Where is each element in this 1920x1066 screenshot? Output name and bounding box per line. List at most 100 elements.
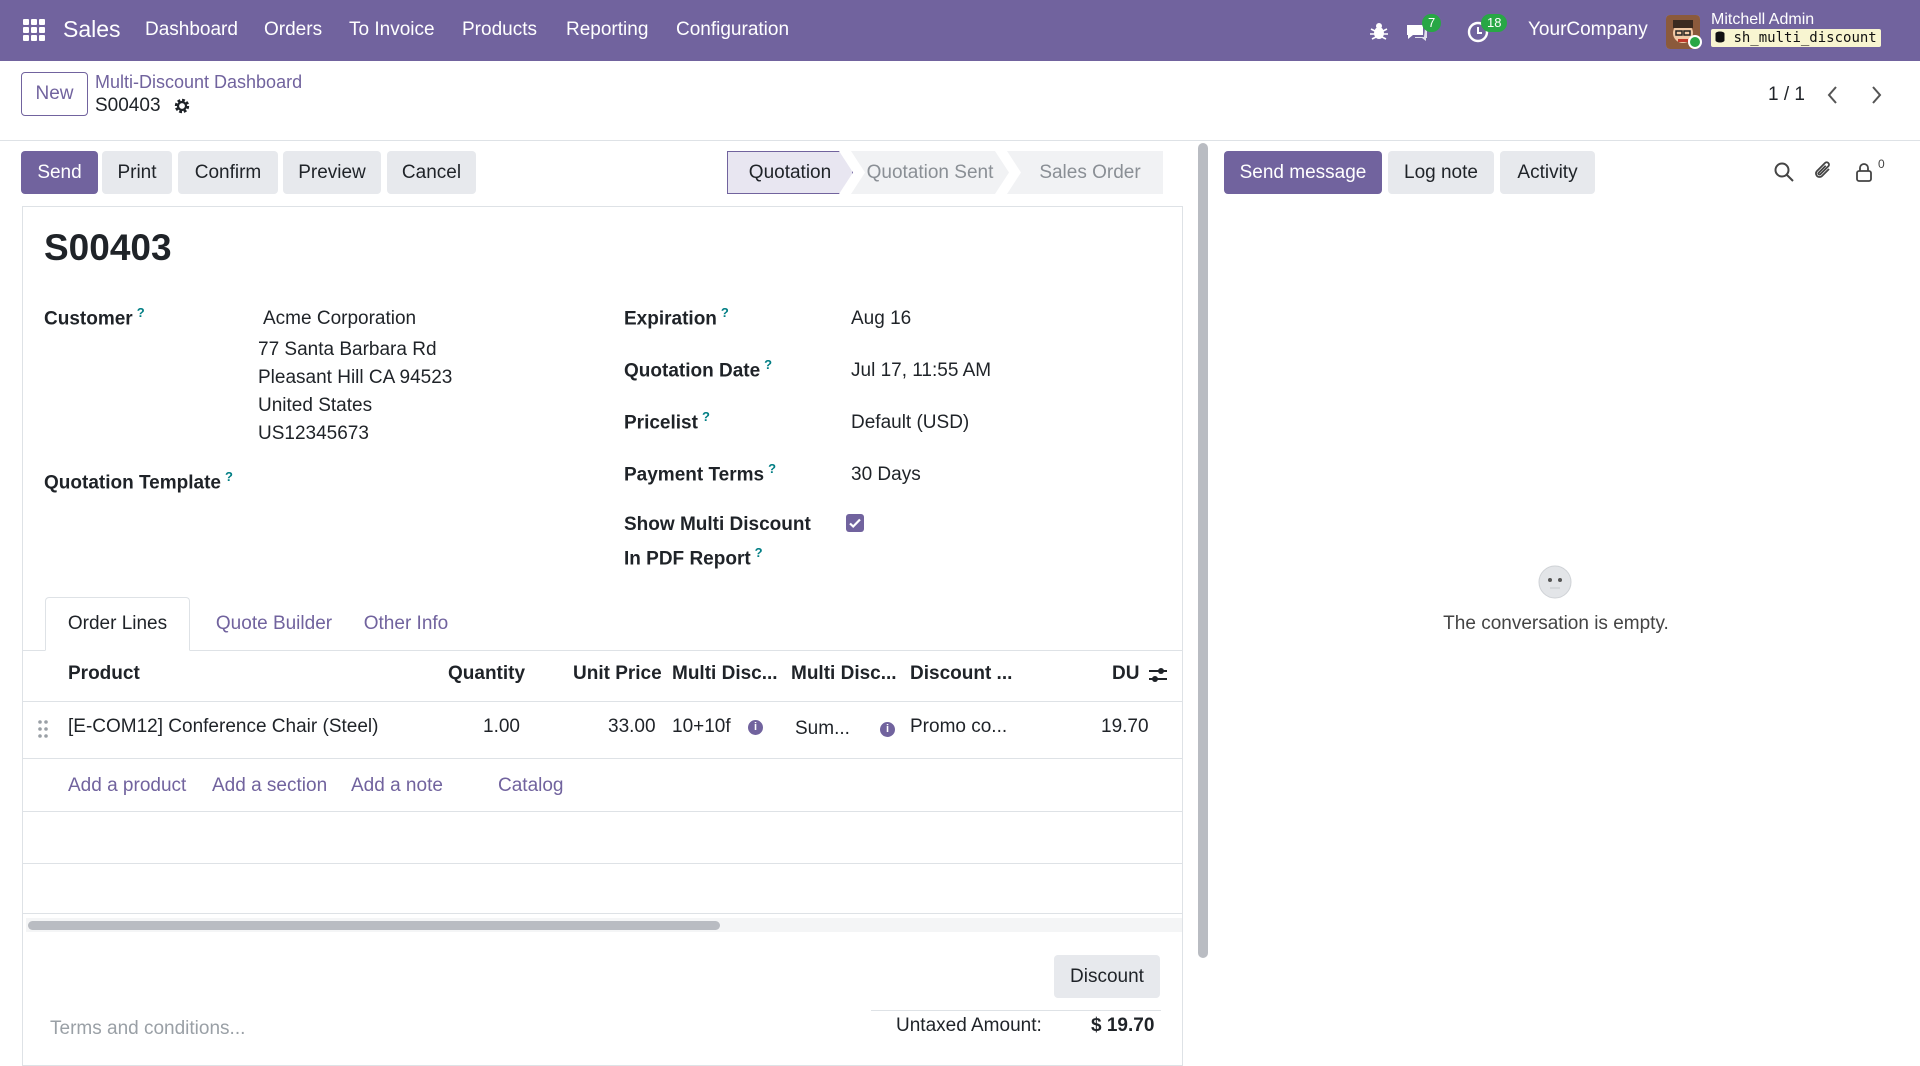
column-header-du[interactable]: DU	[1112, 663, 1139, 685]
add-product-link[interactable]: Add a product	[68, 775, 186, 797]
pager-value[interactable]: 1 / 1	[1768, 84, 1805, 106]
divider	[23, 701, 1182, 702]
confirm-button[interactable]: Confirm	[178, 151, 278, 194]
database-icon	[1715, 31, 1725, 43]
database-name: sh_multi_discount	[1733, 30, 1877, 46]
empty-face-icon	[1538, 565, 1572, 599]
menu-dashboard[interactable]: Dashboard	[145, 19, 238, 41]
quotation-template-label: Quotation Template?	[44, 469, 233, 494]
column-header-unit-price[interactable]: Unit Price	[573, 663, 662, 685]
add-note-link[interactable]: Add a note	[351, 775, 443, 797]
new-button[interactable]: New	[21, 72, 88, 116]
stage-sales-order[interactable]: Sales Order	[1007, 151, 1163, 194]
checkmark-icon	[849, 518, 861, 529]
payment-terms-field[interactable]: 30 Days	[851, 464, 921, 486]
menu-to-invoice[interactable]: To Invoice	[349, 19, 435, 41]
divider	[23, 863, 1182, 864]
cell-product[interactable]: [E-COM12] Conference Chair (Steel)	[68, 716, 378, 738]
followers-icon[interactable]	[1854, 161, 1874, 183]
chevron-right-icon[interactable]	[1869, 84, 1883, 106]
stage-quotation[interactable]: Quotation	[727, 151, 853, 194]
customer-vat: US12345673	[258, 423, 369, 444]
company-switcher[interactable]: YourCompany	[1528, 19, 1648, 41]
menu-reporting[interactable]: Reporting	[566, 19, 648, 41]
info-icon[interactable]: i	[880, 722, 895, 737]
breadcrumb-parent[interactable]: Multi-Discount Dashboard	[95, 72, 302, 93]
catalog-link[interactable]: Catalog	[498, 775, 564, 797]
cancel-button[interactable]: Cancel	[387, 151, 476, 194]
quotation-template-field[interactable]	[263, 465, 593, 493]
customer-address-line: 77 Santa Barbara Rd	[258, 339, 437, 360]
notebook-tabs: Order Lines Quote Builder Other Info	[23, 597, 1182, 651]
quotation-date-field[interactable]: Jul 17, 11:55 AM	[851, 360, 991, 382]
show-multi-discount-checkbox[interactable]	[846, 514, 864, 532]
followers-count: 0	[1878, 157, 1885, 171]
database-tag: sh_multi_discount	[1711, 29, 1881, 47]
tab-other-info[interactable]: Other Info	[350, 597, 462, 651]
send-button[interactable]: Send	[21, 151, 98, 194]
info-icon[interactable]: i	[748, 720, 763, 735]
customer-label: Customer?	[44, 305, 145, 330]
form-sheet: S00403 Customer? Acme Corporation 77 San…	[22, 206, 1183, 1066]
help-icon: ?	[136, 305, 145, 320]
send-message-button[interactable]: Send message	[1224, 151, 1382, 194]
column-header-quantity[interactable]: Quantity	[448, 663, 525, 685]
paperclip-icon[interactable]	[1813, 159, 1835, 183]
customer-address-line: United States	[258, 395, 373, 416]
menu-products[interactable]: Products	[462, 19, 537, 41]
help-icon: ?	[224, 469, 233, 484]
chevron-left-icon[interactable]	[1826, 84, 1840, 106]
tab-order-lines[interactable]: Order Lines	[45, 597, 190, 651]
preview-button[interactable]: Preview	[283, 151, 381, 194]
discount-button[interactable]: Discount	[1054, 955, 1160, 998]
customer-field[interactable]: Acme Corporation	[263, 308, 416, 330]
menu-configuration[interactable]: Configuration	[676, 19, 789, 41]
add-section-link[interactable]: Add a section	[212, 775, 327, 797]
quotation-date-label: Quotation Date?	[624, 357, 773, 382]
cell-du[interactable]: 19.70	[1101, 716, 1149, 738]
terms-input[interactable]: Terms and conditions...	[50, 1018, 245, 1040]
untaxed-amount-label: Untaxed Amount:	[896, 1015, 1042, 1036]
column-header-multi-disc[interactable]: Multi Disc...	[791, 663, 897, 685]
menu-orders[interactable]: Orders	[264, 19, 322, 41]
pricelist-field[interactable]: Default (USD)	[851, 412, 969, 434]
column-header-discount[interactable]: Discount ...	[910, 663, 1012, 685]
expiration-field[interactable]: Aug 16	[851, 308, 911, 330]
totals-divider	[871, 1010, 1161, 1011]
customer-address-line: Pleasant Hill CA 94523	[258, 367, 453, 388]
horizontal-scrollbar[interactable]	[26, 918, 1182, 932]
online-status-dot	[1688, 35, 1702, 49]
app-grid-icon[interactable]	[23, 19, 45, 41]
divider	[23, 913, 1182, 914]
app-name[interactable]: Sales	[63, 16, 121, 43]
tab-quote-builder[interactable]: Quote Builder	[205, 597, 343, 651]
column-header-product[interactable]: Product	[68, 663, 140, 685]
show-multi-discount-label: Show Multi Discount In PDF Report?	[624, 514, 811, 570]
activities-badge: 18	[1481, 14, 1508, 32]
payment-terms-label: Payment Terms?	[624, 461, 777, 486]
stage-quotation-sent[interactable]: Quotation Sent	[851, 151, 1009, 194]
search-icon[interactable]	[1773, 161, 1795, 183]
cell-quantity[interactable]: 1.00	[483, 716, 520, 738]
gear-icon[interactable]	[173, 97, 191, 115]
activity-button[interactable]: Activity	[1500, 151, 1595, 194]
bug-icon[interactable]	[1368, 20, 1390, 42]
breadcrumb-current: S00403	[95, 95, 161, 116]
scrollbar-thumb[interactable]	[28, 921, 720, 930]
record-title: S00403	[44, 227, 172, 268]
expiration-label: Expiration?	[624, 305, 729, 330]
column-settings-icon[interactable]	[1147, 665, 1169, 685]
untaxed-amount-value: $ 19.70	[1091, 1015, 1155, 1036]
pricelist-label: Pricelist?	[624, 409, 710, 434]
column-header-multi-disc[interactable]: Multi Disc...	[672, 663, 778, 685]
print-button[interactable]: Print	[102, 151, 172, 194]
cell-discount[interactable]: Promo co...	[910, 716, 1007, 738]
drag-handle-icon[interactable]	[37, 719, 49, 739]
log-note-button[interactable]: Log note	[1388, 151, 1494, 194]
cell-unit-price[interactable]: 33.00	[608, 716, 656, 738]
divider	[23, 758, 1182, 759]
user-name[interactable]: Mitchell Admin	[1711, 11, 1814, 29]
top-navbar: Sales Dashboard Orders To Invoice Produc…	[0, 0, 1920, 61]
cell-multi-disc[interactable]: 10+10f	[672, 716, 731, 738]
cell-multi-disc-sum[interactable]: Sum...	[795, 718, 850, 740]
